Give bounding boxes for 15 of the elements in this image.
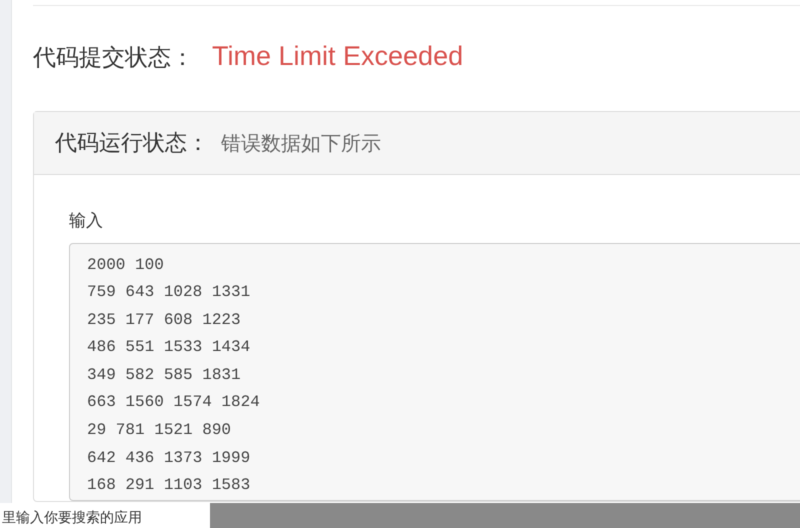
panel-subtitle: 错误数据如下所示 — [221, 130, 381, 157]
input-line: 486 551 1533 1434 — [87, 337, 250, 358]
input-label: 输入 — [69, 210, 104, 233]
submission-status: Time Limit Exceeded — [212, 40, 464, 73]
input-line: 168 291 1103 1583 — [87, 475, 250, 496]
submission-status-label: 代码提交状态： — [33, 44, 194, 73]
input-line: 642 436 1373 1999 — [87, 448, 250, 469]
input-line: 2000 100 — [87, 254, 164, 276]
input-line: 349 582 585 1831 — [87, 364, 241, 386]
input-line: 235 177 608 1223 — [87, 310, 241, 331]
panel-title: 代码运行状态： — [55, 130, 209, 158]
input-line: 759 643 1028 1331 — [87, 282, 250, 304]
app-search-field[interactable]: 里输入你要搜索的应用 — [0, 503, 210, 528]
input-line: 663 1560 1574 1824 — [87, 392, 260, 414]
input-line: 29 781 1521 890 — [87, 420, 232, 442]
